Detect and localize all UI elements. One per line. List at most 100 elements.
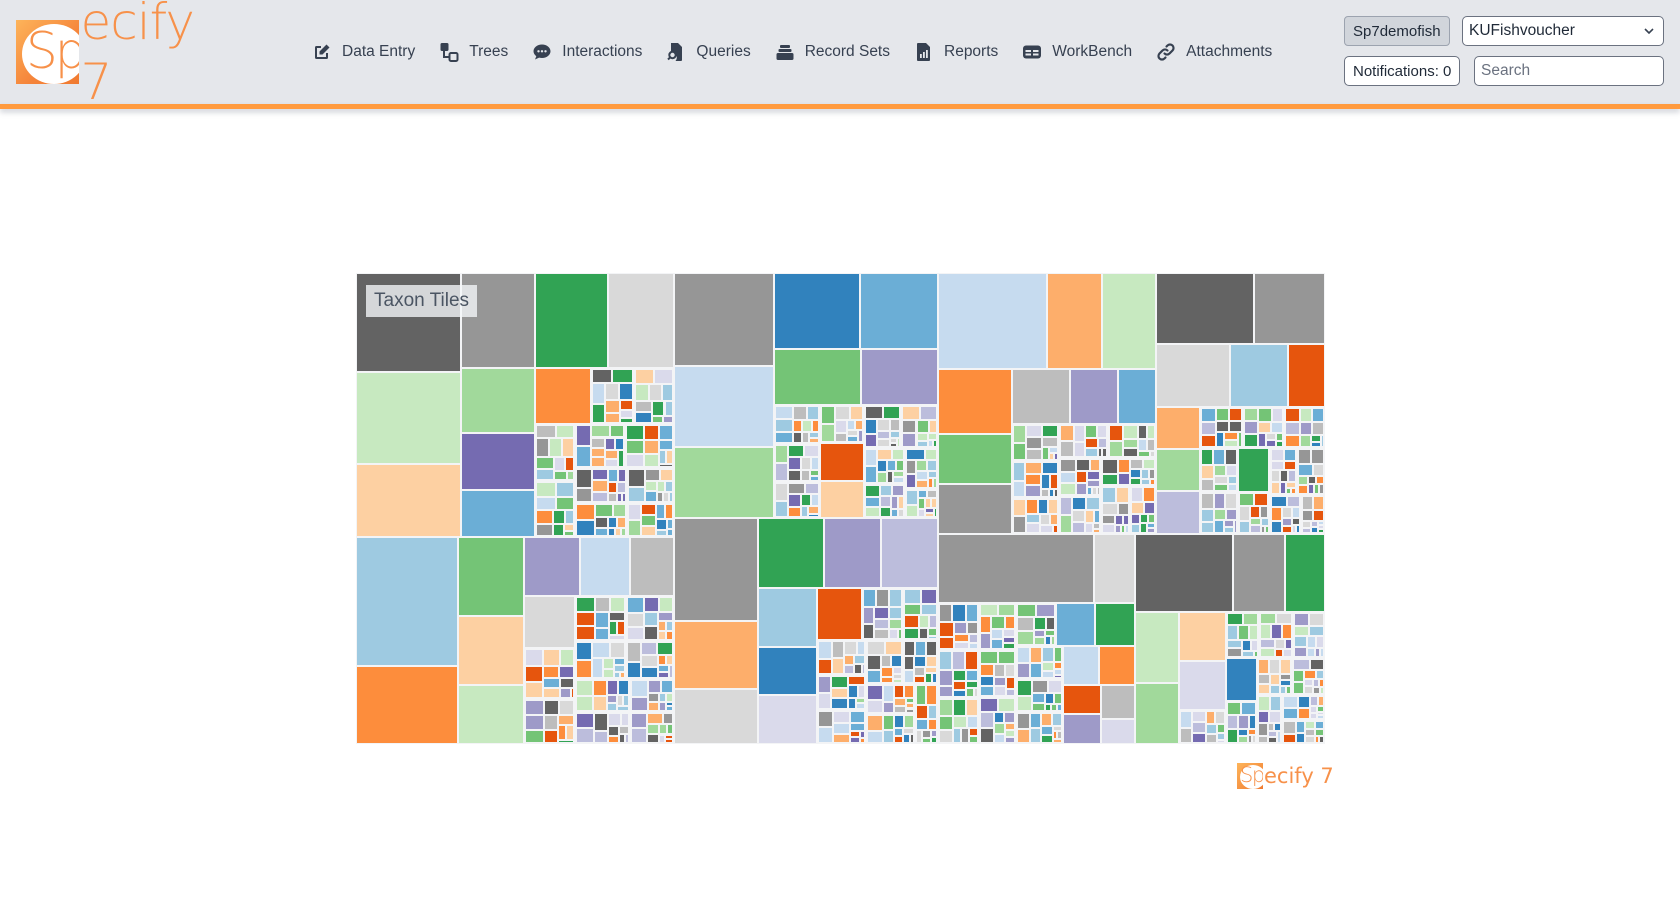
taxon-tile[interactable] [979,711,994,728]
taxon-tile[interactable] [1062,714,1102,744]
taxon-tile[interactable] [608,726,620,737]
taxon-tile[interactable] [1084,510,1095,524]
taxon-tile[interactable] [1238,714,1250,730]
taxon-tile[interactable] [994,676,1007,687]
taxon-tile[interactable] [834,433,847,443]
taxon-tile[interactable] [803,445,820,457]
taxon-tile[interactable] [1041,437,1059,447]
taxon-tile[interactable] [1293,647,1307,657]
taxon-tile[interactable] [666,692,674,702]
taxon-tile[interactable] [590,437,605,448]
taxon-tile[interactable] [892,667,902,675]
taxon-tile[interactable] [461,433,536,490]
taxon-tile[interactable] [457,615,525,685]
taxon-tile[interactable] [1270,482,1280,494]
taxon-tile[interactable] [1060,441,1075,457]
taxon-tile[interactable] [657,631,667,641]
taxon-tile[interactable] [1004,723,1015,731]
taxon-tile[interactable] [1156,407,1201,450]
taxon-tile[interactable] [1284,448,1297,461]
taxon-tile[interactable] [913,676,926,684]
taxon-tile[interactable] [919,615,929,628]
taxon-tile[interactable] [1320,687,1324,694]
taxon-tile[interactable] [631,680,648,697]
taxon-tile[interactable] [877,419,891,432]
taxon-tile[interactable] [1130,513,1141,524]
taxon-tile[interactable] [1309,625,1324,637]
taxon-tile[interactable] [536,424,556,439]
taxon-tile[interactable] [979,663,995,676]
taxon-tile[interactable] [594,517,608,529]
taxon-tile[interactable] [591,368,613,384]
taxon-tile[interactable] [1313,495,1324,511]
taxon-tile[interactable] [628,503,641,520]
taxon-tile[interactable] [927,460,937,471]
taxon-tile[interactable] [859,273,938,350]
taxon-tile[interactable] [628,468,645,488]
taxon-tile[interactable] [1253,651,1259,657]
taxon-tile[interactable] [1306,636,1316,649]
taxon-tile[interactable] [993,723,1005,734]
taxon-tile[interactable] [1274,722,1281,732]
taxon-tile[interactable] [894,735,904,743]
taxon-tile[interactable] [1045,693,1055,704]
taxon-tile[interactable] [594,503,613,518]
taxon-tile[interactable] [1122,439,1138,449]
taxon-tile[interactable] [1201,492,1214,510]
taxon-tile[interactable] [1050,473,1059,490]
taxon-tile[interactable] [1281,518,1293,527]
taxon-tile[interactable] [1282,720,1296,735]
taxon-tile[interactable] [613,658,625,665]
taxon-tile[interactable] [1320,648,1324,657]
taxon-tile[interactable] [1260,638,1275,649]
taxon-tile[interactable] [1298,463,1314,477]
taxon-tile[interactable] [787,470,801,481]
taxon-tile[interactable] [536,523,554,536]
taxon-tile[interactable] [1238,729,1249,737]
taxon-tile[interactable] [858,684,866,698]
taxon-tile[interactable] [1213,509,1226,521]
taxon-tile[interactable] [1205,724,1218,734]
taxon-tile[interactable] [925,655,937,667]
taxon-tile[interactable] [886,460,896,471]
taxon-tile[interactable] [1137,439,1148,452]
taxon-tile[interactable] [1025,513,1041,524]
taxon-tile[interactable] [812,419,820,432]
taxon-tile[interactable] [644,480,657,492]
taxon-tile[interactable] [634,401,653,413]
taxon-tile[interactable] [576,487,593,502]
taxon-tile[interactable] [644,424,660,441]
taxon-tile[interactable] [1297,707,1311,719]
taxon-tile[interactable] [1180,711,1192,729]
taxon-tile[interactable] [802,419,812,432]
taxon-tile[interactable] [916,460,928,471]
taxon-tile[interactable] [1307,476,1317,485]
taxon-tile[interactable] [991,639,1003,650]
taxon-tile[interactable] [612,503,627,518]
taxon-tile[interactable] [775,482,788,502]
taxon-tile[interactable] [906,708,914,714]
taxon-tile[interactable] [1310,527,1318,533]
taxon-tile[interactable] [1062,645,1099,685]
taxon-tile[interactable] [894,728,904,736]
taxon-tile[interactable] [1319,735,1324,743]
taxon-tile[interactable] [1311,434,1322,442]
taxon-tile[interactable] [1258,736,1268,743]
taxon-tile[interactable] [1004,711,1015,724]
taxon-tile[interactable] [640,525,656,536]
taxon-tile[interactable] [1149,451,1156,457]
taxon-tile[interactable] [1280,658,1292,674]
taxon-tile[interactable] [897,495,905,509]
taxon-tile[interactable] [775,501,788,518]
taxon-tile[interactable] [553,509,566,525]
taxon-tile[interactable] [1258,673,1271,685]
taxon-tile[interactable] [874,628,889,639]
taxon-tile[interactable] [1288,470,1297,482]
taxon-tile[interactable] [1002,643,1015,650]
taxon-tile[interactable] [667,724,674,735]
taxon-tile[interactable] [979,603,999,616]
taxon-tile[interactable] [1042,661,1055,671]
taxon-tile[interactable] [1271,623,1282,639]
taxon-tile[interactable] [1292,507,1301,519]
taxon-tile[interactable] [1309,613,1324,626]
